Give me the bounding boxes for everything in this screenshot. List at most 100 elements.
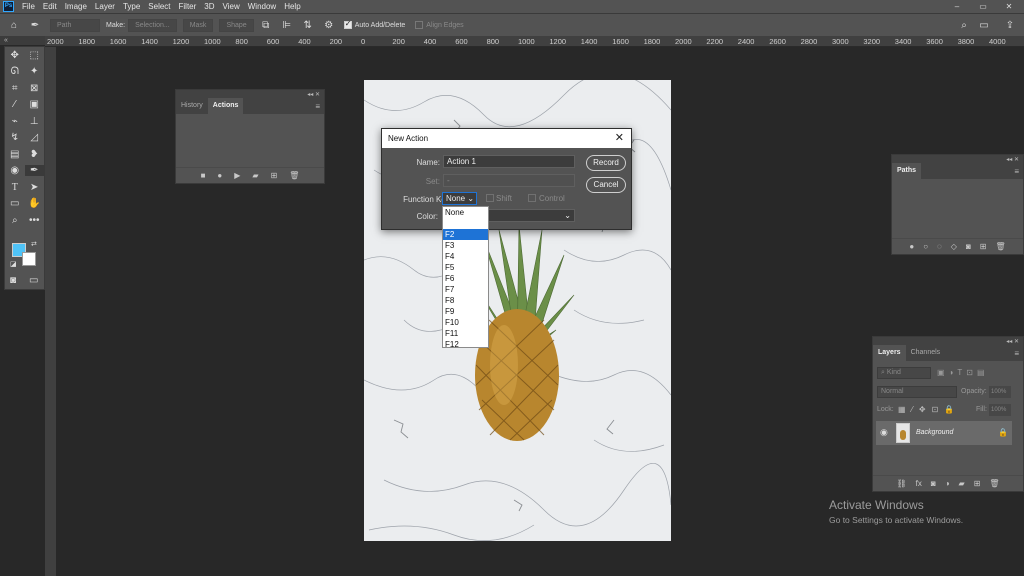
make-work-path-icon[interactable]: ◇ — [951, 242, 957, 251]
maximize-icon[interactable]: ▭ — [972, 0, 994, 13]
fkey-option[interactable]: F12 — [443, 339, 488, 350]
more-icon[interactable]: ••• — [25, 215, 45, 226]
fkey-option[interactable]: None — [443, 207, 488, 218]
tab-layers[interactable]: Layers — [873, 345, 906, 361]
swap-colors-icon[interactable]: ⇄ — [31, 240, 37, 248]
pen-tool-preset-icon[interactable]: ✒ — [29, 20, 41, 31]
menu-layer[interactable]: Layer — [95, 2, 115, 11]
search-icon[interactable]: ⌕ — [958, 20, 970, 31]
fkey-option[interactable]: F3 — [443, 240, 488, 251]
fkey-option[interactable]: F6 — [443, 273, 488, 284]
collapse-panels-icon[interactable]: « — [0, 36, 45, 45]
menu-file[interactable]: File — [22, 2, 35, 11]
rectangle-icon[interactable]: ▭ — [5, 198, 25, 209]
record-button[interactable]: Record — [586, 155, 626, 171]
mask-button[interactable]: Mask — [182, 18, 214, 32]
home-icon[interactable]: ⌂ — [8, 20, 20, 31]
eye-icon[interactable]: ◉ — [880, 427, 888, 438]
link-layers-icon[interactable]: ⛓ — [896, 479, 906, 488]
menu-help[interactable]: Help — [284, 2, 300, 11]
history-brush-icon[interactable]: ↯ — [5, 132, 25, 143]
tab-actions[interactable]: Actions — [207, 98, 244, 114]
move-icon[interactable]: ✥ — [5, 50, 25, 61]
set-select[interactable]: - — [443, 174, 575, 187]
panel-menu-icon[interactable]: ≡ — [1014, 349, 1019, 358]
screen-mode-icon[interactable]: ▭ — [29, 275, 38, 286]
tab-paths[interactable]: Paths — [892, 163, 922, 179]
pen-icon[interactable]: ✒ — [24, 165, 44, 177]
opacity-field[interactable]: 100% — [989, 386, 1011, 398]
mode-select[interactable]: Path — [50, 18, 100, 32]
fill-path-icon[interactable]: ● — [909, 242, 914, 251]
panel-menu-icon[interactable]: ≡ — [315, 102, 320, 111]
layer-style-icon[interactable]: fx — [916, 479, 922, 488]
panel-collapse-icon[interactable]: ◂◂ ✕ — [1006, 338, 1019, 345]
align-edges-checkbox[interactable] — [415, 21, 424, 29]
blur-icon[interactable]: ❥ — [25, 149, 45, 160]
stop-icon[interactable]: ■ — [201, 171, 206, 180]
hand-icon[interactable]: ✋ — [25, 198, 45, 209]
magic-wand-icon[interactable]: ✦ — [25, 66, 45, 77]
new-set-folder-icon[interactable]: ▰ — [252, 171, 258, 180]
new-path-icon[interactable]: ⊞ — [980, 242, 987, 251]
load-selection-icon[interactable]: ◌ — [937, 242, 942, 251]
adjustment-layer-icon[interactable]: ◑ — [945, 479, 950, 488]
panel-menu-icon[interactable]: ≡ — [1014, 167, 1019, 176]
stroke-path-icon[interactable]: ○ — [923, 242, 928, 251]
frame-icon[interactable]: ⊠ — [25, 83, 45, 94]
menu-view[interactable]: View — [223, 2, 240, 11]
menu-window[interactable]: Window — [248, 2, 276, 11]
path-arrangement-icon[interactable]: ⇅ — [302, 20, 314, 31]
workspace-icon[interactable]: ▭ — [978, 20, 990, 31]
share-icon[interactable]: ⇪ — [1004, 20, 1016, 31]
gear-icon[interactable]: ⚙ — [323, 20, 335, 31]
lasso-icon[interactable]: ᘏ — [5, 66, 25, 77]
path-alignment-icon[interactable]: ⊫ — [281, 20, 293, 31]
eraser-icon[interactable]: ◿ — [25, 132, 45, 143]
shape-button[interactable]: Shape — [219, 18, 254, 32]
path-select-icon[interactable]: ➤ — [25, 182, 45, 193]
default-colors-icon[interactable]: ◪ — [10, 260, 17, 268]
fkey-option[interactable]: F11 — [443, 328, 488, 339]
selection-button[interactable]: Selection... — [128, 18, 177, 32]
minimize-icon[interactable]: – — [946, 0, 968, 13]
filter-type-icons[interactable]: ▣◑T⊡▤ — [937, 368, 989, 377]
trash-icon[interactable]: 🗑 — [989, 479, 999, 488]
menu-image[interactable]: Image — [65, 2, 87, 11]
menu-type[interactable]: Type — [123, 2, 140, 11]
gradient-icon[interactable]: ▤ — [5, 149, 25, 160]
background-color-swatch[interactable] — [22, 252, 36, 266]
panel-collapse-icon[interactable]: ◂◂ ✕ — [1006, 156, 1019, 163]
menu-select[interactable]: Select — [148, 2, 170, 11]
new-action-icon[interactable]: ⊞ — [271, 171, 278, 180]
type-icon[interactable]: T — [5, 182, 25, 193]
layer-row[interactable]: ◉ Background 🔒 — [876, 421, 1012, 445]
path-operations-icon[interactable]: ⧉ — [260, 20, 272, 31]
close-icon[interactable]: ✕ — [615, 129, 624, 148]
lock-options-icons[interactable]: ▦⁄✥⊡🔒 — [898, 405, 960, 414]
play-icon[interactable]: ▶ — [234, 171, 240, 180]
stamp-icon[interactable]: ⊥ — [25, 116, 45, 127]
fkey-option[interactable]: F7 — [443, 284, 488, 295]
fkey-option[interactable]: F10 — [443, 317, 488, 328]
fill-field[interactable]: 100% — [989, 404, 1011, 416]
tab-history[interactable]: History — [176, 98, 208, 114]
fkey-option[interactable]: F9 — [443, 306, 488, 317]
quick-mask-icon[interactable]: ◙ — [10, 275, 16, 286]
new-group-icon[interactable]: ▰ — [959, 479, 965, 488]
fkey-option[interactable]: F2 — [443, 229, 488, 240]
fkey-option[interactable]: F5 — [443, 262, 488, 273]
eyedropper-icon[interactable]: ⁄ — [5, 99, 25, 110]
menu-filter[interactable]: Filter — [179, 2, 197, 11]
zoom-icon[interactable]: ⌕ — [5, 215, 25, 226]
brush-icon[interactable]: ⌁ — [5, 116, 25, 127]
name-field[interactable]: Action 1 — [443, 155, 575, 168]
dodge-icon[interactable]: ◉ — [5, 165, 25, 176]
shift-checkbox[interactable] — [486, 194, 494, 202]
tab-channels[interactable]: Channels — [906, 345, 946, 361]
auto-add-delete-checkbox[interactable] — [343, 19, 352, 29]
fkey-option[interactable]: F4 — [443, 251, 488, 262]
trash-icon[interactable]: 🗑 — [289, 171, 299, 180]
spot-heal-icon[interactable]: ▣ — [25, 99, 45, 110]
trash-icon[interactable]: 🗑 — [996, 242, 1006, 251]
